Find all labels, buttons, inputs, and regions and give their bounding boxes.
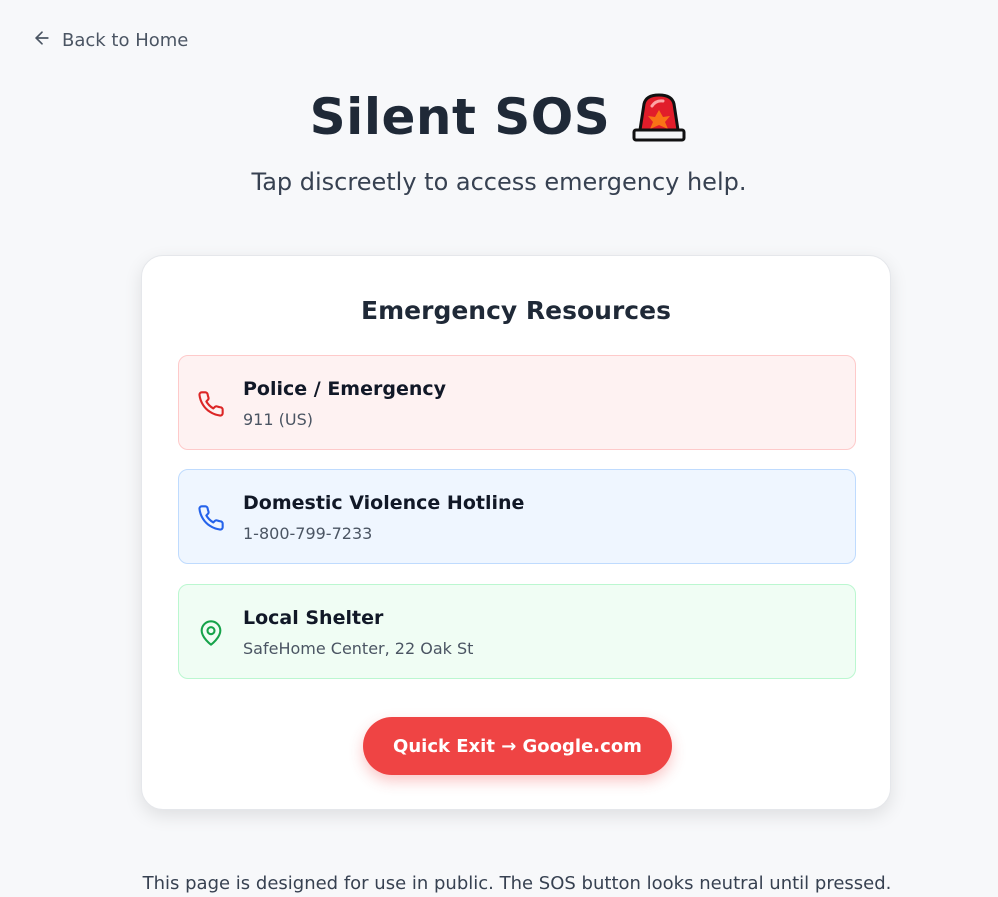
resource-title: Local Shelter [243,607,384,629]
quick-exit-button[interactable]: Quick Exit → Google.com [363,717,672,775]
map-pin-icon [197,619,225,647]
siren-icon [630,92,688,142]
emergency-resources-card: Emergency Resources Police / Emergency 9… [141,255,891,810]
resource-detail: SafeHome Center, 22 Oak St [243,639,474,658]
resource-detail: 1-800-799-7233 [243,524,373,543]
resource-title: Police / Emergency [243,378,447,400]
back-to-home-link[interactable]: Back to Home [32,28,188,53]
footer-note: This page is designed for use in public.… [142,873,892,894]
page-subtitle: Tap discreetly to access emergency help. [251,168,747,196]
card-heading: Emergency Resources [361,296,671,325]
phone-icon [197,390,225,418]
page-title: Silent SOS [309,88,611,146]
resource-title: Domestic Violence Hotline [243,492,525,514]
page-header: Silent SOS [0,88,998,146]
resource-domestic-violence-hotline[interactable]: Domestic Violence Hotline 1-800-799-7233 [178,469,856,564]
resource-local-shelter[interactable]: Local Shelter SafeHome Center, 22 Oak St [178,584,856,679]
phone-icon [197,504,225,532]
resource-detail: 911 (US) [243,410,313,429]
back-link-label: Back to Home [62,30,189,51]
arrow-left-icon [32,28,52,53]
resource-police-emergency[interactable]: Police / Emergency 911 (US) [178,355,856,450]
